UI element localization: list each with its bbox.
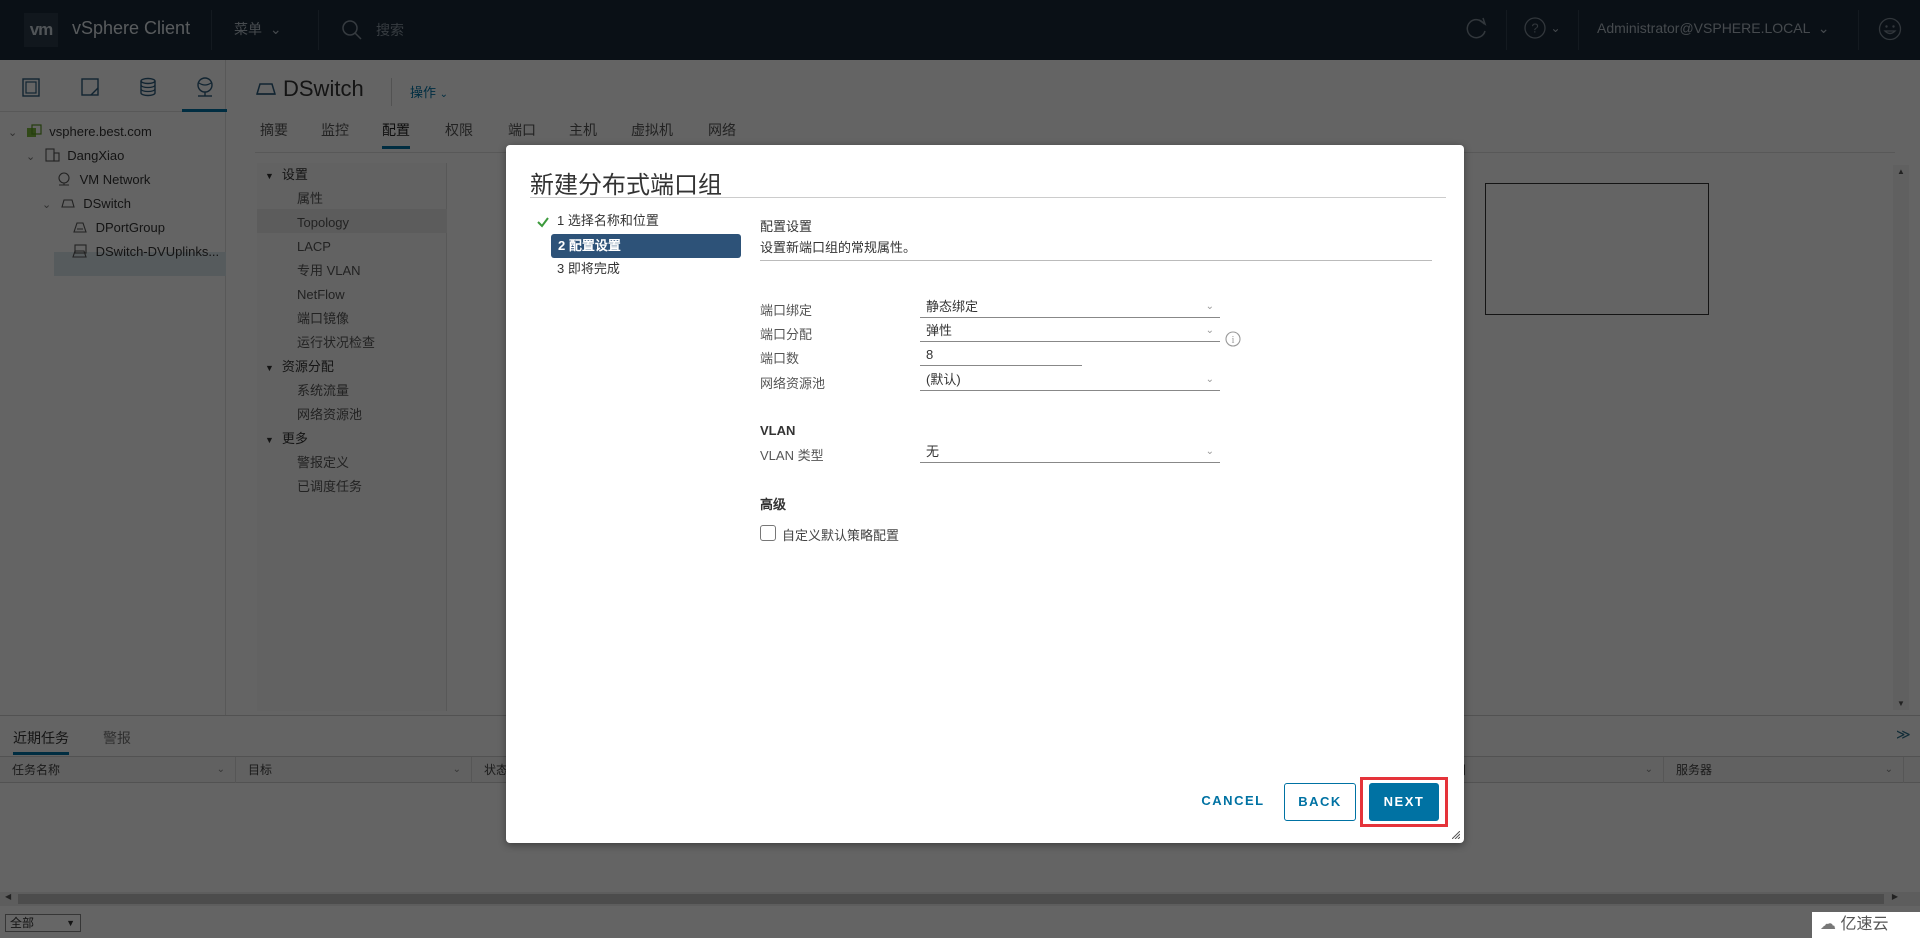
new-distributed-portgroup-wizard: 新建分布式端口组 1 选择名称和位置 2 配置设置 3 即将完成 配置设置 设置… [506, 145, 1464, 843]
customize-policy-checkbox[interactable] [760, 525, 776, 541]
port-binding-select[interactable]: 静态绑定 ⌄ [920, 298, 1220, 318]
vlan-type-select[interactable]: 无 ⌄ [920, 443, 1220, 463]
wizard-title: 新建分布式端口组 [530, 172, 722, 199]
wizard-step-3: 3 即将完成 [557, 261, 620, 276]
port-count-input[interactable]: 8 [920, 346, 1082, 366]
chevron-down-icon: ⌄ [1205, 301, 1214, 312]
port-count-label: 端口数 [760, 351, 800, 366]
section-title: 配置设置 [760, 219, 813, 234]
check-icon [537, 217, 549, 228]
customize-policy-label[interactable]: 自定义默认策略配置 [782, 525, 899, 544]
section-description: 设置新端口组的常规属性。 [760, 240, 917, 255]
vlan-heading: VLAN [760, 423, 796, 438]
resize-handle-icon[interactable] [1452, 831, 1460, 839]
svg-text:i: i [1232, 335, 1235, 346]
divider [760, 260, 1432, 261]
chevron-down-icon: ⌄ [1205, 446, 1214, 457]
port-allocation-label: 端口分配 [760, 327, 813, 342]
advanced-heading: 高级 [760, 497, 787, 512]
next-button[interactable]: NEXT [1369, 783, 1439, 821]
back-button[interactable]: BACK [1284, 783, 1356, 821]
port-binding-label: 端口绑定 [760, 303, 813, 318]
cloud-logo-icon: ☁ [1820, 916, 1836, 933]
chevron-down-icon: ⌄ [1205, 325, 1214, 336]
cancel-button[interactable]: CANCEL [1188, 783, 1278, 821]
wizard-step-1[interactable]: 1 选择名称和位置 [557, 209, 659, 233]
vlan-type-label: VLAN 类型 [760, 448, 824, 463]
network-resource-pool-label: 网络资源池 [760, 376, 826, 391]
chevron-down-icon: ⌄ [1205, 374, 1214, 385]
port-allocation-select[interactable]: 弹性 ⌄ [920, 322, 1220, 342]
divider [530, 197, 1446, 198]
info-icon[interactable]: i [1225, 331, 1241, 347]
wizard-step-2[interactable]: 2 配置设置 [551, 234, 741, 258]
watermark: ☁ 亿速云 [1812, 912, 1920, 938]
network-resource-pool-select[interactable]: (默认) ⌄ [920, 371, 1220, 391]
